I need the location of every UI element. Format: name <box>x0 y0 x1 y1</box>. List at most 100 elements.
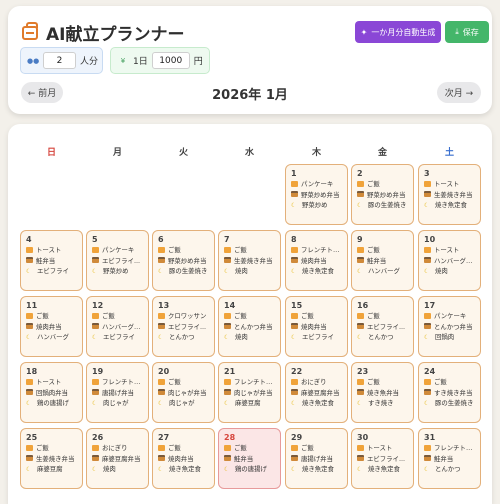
day-cell[interactable]: 27 ご飯 焼肉弁当 ☾ 焼き魚定食 <box>152 428 215 489</box>
day-cell[interactable]: 1 パンケーキ 野菜炒め弁当 ☾ 野菜炒め <box>285 164 348 225</box>
day-cell[interactable]: 9 ご飯 鮭弁当 ☾ ハンバーグ <box>351 230 414 291</box>
day-number: 12 <box>92 301 104 310</box>
breakfast-text: ご飯 <box>36 312 49 320</box>
lunch-item: 野菜炒め弁当 <box>357 190 409 201</box>
day-cell[interactable]: 4 トースト 鮭弁当 ☾ エビフライ <box>20 230 83 291</box>
day-cell[interactable]: 5 パンケーキ エビフライ... ☾ 野菜炒め <box>86 230 149 291</box>
sunrise-icon <box>158 312 165 319</box>
day-cell[interactable]: 15 ご飯 焼肉弁当 ☾ エビフライ <box>285 296 348 357</box>
day-cell[interactable]: 8 フレンチトー... 焼肉弁当 ☾ 焼き魚定食 <box>285 230 348 291</box>
day-cell[interactable]: 17 パンケーキ とんかつ弁当 ☾ 回鍋肉 <box>418 296 481 357</box>
moon-icon: ☾ <box>424 268 430 275</box>
lunch-text: ハンバーグ弁... <box>102 322 144 331</box>
dinner-item: ☾ とんかつ <box>357 332 409 343</box>
dinner-item: ☾ 焼き魚定食 <box>424 200 476 211</box>
day-cell[interactable]: 13 クロワッサン エビフライ... ☾ とんかつ <box>152 296 215 357</box>
sunrise-icon <box>224 444 231 451</box>
breakfast-text: ご飯 <box>301 444 314 452</box>
sunrise-icon <box>92 378 99 385</box>
dinner-text: エビフライ <box>302 333 334 341</box>
breakfast-text: パンケーキ <box>434 312 467 320</box>
dinner-item: ☾ 焼き魚定食 <box>357 464 409 475</box>
lunch-text: 焼肉弁当 <box>36 322 62 331</box>
budget-input[interactable]: 1000 <box>151 52 190 69</box>
sunrise-icon <box>224 312 231 319</box>
breakfast-text: ご飯 <box>301 312 314 320</box>
day-cell[interactable]: 10 トースト ハンバーグ弁... ☾ 焼肉 <box>418 230 481 291</box>
sunrise-icon <box>357 246 364 253</box>
day-cell[interactable]: 30 トースト エビフライ... ☾ 焼き魚定食 <box>351 428 414 489</box>
day-cell[interactable]: 31 フレンチトー... 鮭弁当 ☾ とんかつ <box>418 428 481 489</box>
people-icon: ●● <box>27 56 40 65</box>
breakfast-item: トースト <box>357 443 409 454</box>
day-cell[interactable]: 2 ご飯 野菜炒め弁当 ☾ 豚の生姜焼き <box>351 164 414 225</box>
dinner-item: ☾ とんかつ <box>158 332 210 343</box>
sunrise-icon <box>26 312 33 319</box>
day-number: 19 <box>92 367 104 376</box>
moon-icon: ☾ <box>291 400 297 407</box>
people-count-input[interactable]: 2 <box>43 52 76 69</box>
breakfast-item: ご飯 <box>158 443 210 454</box>
sunrise-icon <box>291 312 298 319</box>
day-cell[interactable]: 19 フレンチトー... 唐揚げ弁当 ☾ 肉じゃが <box>86 362 149 423</box>
dinner-text: 焼き魚定食 <box>169 465 201 473</box>
auto-generate-button[interactable]: ✦ 一か月分自動生成 <box>355 21 441 43</box>
dinner-text: 鶏の唐揚げ <box>37 399 69 407</box>
lunch-item: ハンバーグ弁... <box>92 322 144 333</box>
dinner-text: 焼肉 <box>235 333 248 341</box>
sunrise-icon <box>424 246 431 253</box>
bento-icon <box>424 455 431 461</box>
dinner-item: ☾ 焼き魚定食 <box>158 464 210 475</box>
day-cell[interactable]: 21 フレンチトー... 肉じゃが弁当 ☾ 麻婆豆腐 <box>218 362 281 423</box>
dinner-text: 焼き魚定食 <box>302 399 334 407</box>
sunrise-icon <box>357 444 364 451</box>
dinner-text: 焼肉 <box>435 267 448 275</box>
day-number: 18 <box>26 367 38 376</box>
bento-icon <box>26 323 33 329</box>
day-cell[interactable]: 22 おにぎり 麻婆豆腐弁当 ☾ 焼き魚定食 <box>285 362 348 423</box>
dinner-text: 鶏の唐揚げ <box>235 465 267 473</box>
breakfast-text: ご飯 <box>234 444 247 452</box>
lunch-text: エビフライ... <box>102 256 141 265</box>
day-cell[interactable]: 12 ご飯 ハンバーグ弁... ☾ エビフライ <box>86 296 149 357</box>
day-cell[interactable]: 16 ご飯 エビフライ... ☾ とんかつ <box>351 296 414 357</box>
moon-icon: ☾ <box>224 466 230 473</box>
day-cell[interactable]: 18 トースト 回鍋肉弁当 ☾ 鶏の唐揚げ <box>20 362 83 423</box>
day-number: 8 <box>291 235 297 244</box>
bento-icon <box>224 323 231 329</box>
day-cell[interactable]: 3 トースト 生姜焼き弁当 ☾ 焼き魚定食 <box>418 164 481 225</box>
breakfast-item: クロワッサン <box>158 311 210 322</box>
sunrise-icon <box>291 180 298 187</box>
day-cell[interactable]: 23 ご飯 焼き魚弁当 ☾ すき焼き <box>351 362 414 423</box>
sunrise-icon <box>424 444 431 451</box>
dinner-item: ☾ 焼肉 <box>224 332 276 343</box>
moon-icon: ☾ <box>26 466 32 473</box>
day-cell[interactable]: 29 ご飯 唐揚げ弁当 ☾ 焼き魚定食 <box>285 428 348 489</box>
day-cell[interactable]: 25 ご飯 生姜焼き弁当 ☾ 麻婆豆腐 <box>20 428 83 489</box>
day-cell[interactable]: 24 ご飯 すき焼き弁当 ☾ 豚の生姜焼き <box>418 362 481 423</box>
lunch-text: 唐揚げ弁当 <box>102 388 134 397</box>
day-cell[interactable]: 14 ご飯 とんかつ弁当 ☾ 焼肉 <box>218 296 281 357</box>
day-cell[interactable]: 6 ご飯 野菜炒め弁当 ☾ 豚の生姜焼き <box>152 230 215 291</box>
moon-icon: ☾ <box>92 268 98 275</box>
next-month-button[interactable]: 次月 → <box>437 82 481 103</box>
sunrise-icon <box>92 312 99 319</box>
day-cell[interactable]: 7 ご飯 生姜焼き弁当 ☾ 焼肉 <box>218 230 281 291</box>
lunch-item: エビフライ... <box>92 256 144 267</box>
breakfast-text: ご飯 <box>367 312 380 320</box>
bento-icon <box>26 257 33 263</box>
moon-icon: ☾ <box>424 202 430 209</box>
sunrise-icon <box>92 246 99 253</box>
day-number: 3 <box>424 169 430 178</box>
breakfast-item: ご飯 <box>158 245 210 256</box>
day-cell[interactable]: 26 おにぎり 麻婆豆腐弁当 ☾ 焼肉 <box>86 428 149 489</box>
sunrise-icon <box>291 444 298 451</box>
lunch-text: すき焼き弁当 <box>434 388 473 397</box>
bento-icon <box>357 323 364 329</box>
day-cell[interactable]: 28 ご飯 鮭弁当 ☾ 鶏の唐揚げ <box>218 428 281 489</box>
day-cell[interactable]: 20 ご飯 肉じゃが弁当 ☾ 肉じゃが <box>152 362 215 423</box>
save-button[interactable]: ⤓ 保存 <box>445 21 489 43</box>
bento-icon <box>224 257 231 263</box>
dinner-item: ☾ 麻婆豆腐 <box>26 464 78 475</box>
day-cell[interactable]: 11 ご飯 焼肉弁当 ☾ ハンバーグ <box>20 296 83 357</box>
